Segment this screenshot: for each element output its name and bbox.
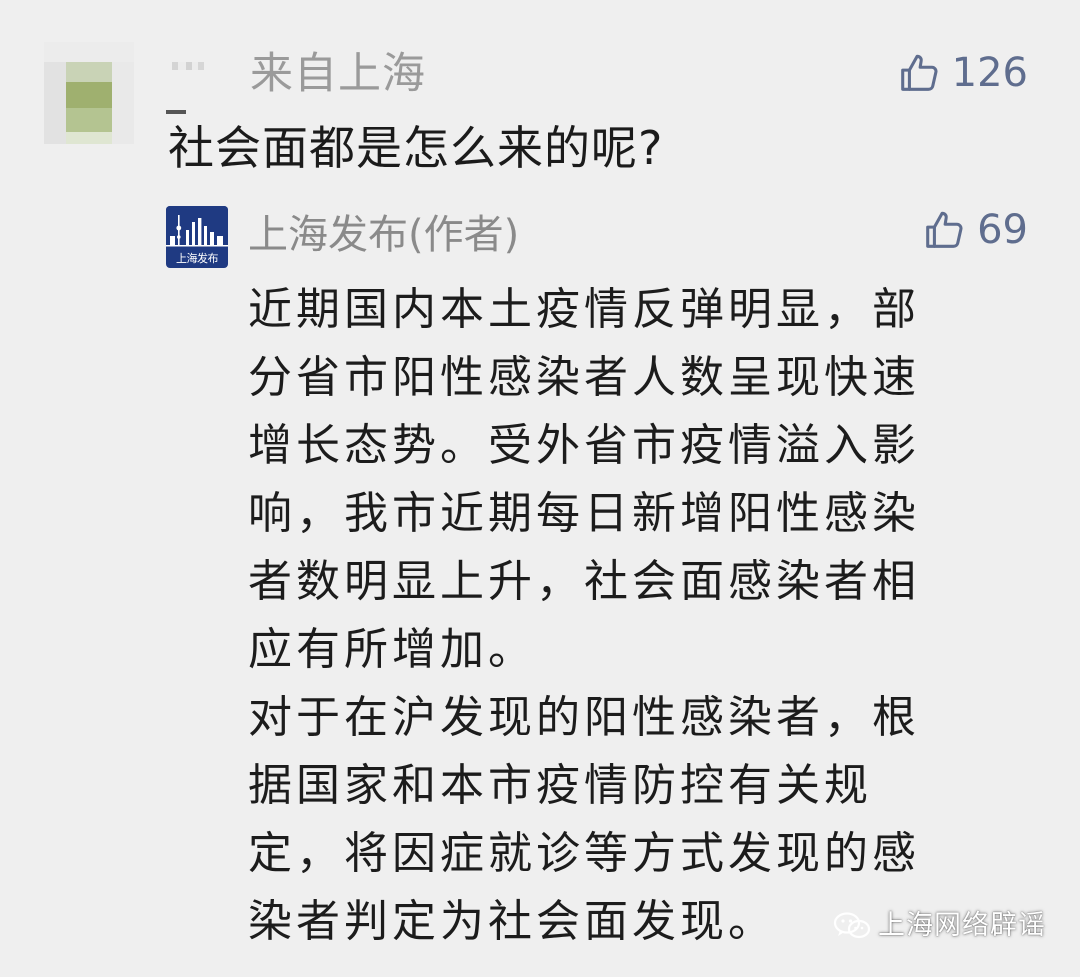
text-cursor-mark	[166, 110, 186, 114]
wechat-icon	[833, 912, 871, 939]
commenter-name-blurred[interactable]	[172, 62, 204, 70]
commenter-avatar[interactable]	[44, 42, 134, 144]
comment-like-button[interactable]: 126	[896, 48, 1028, 98]
reply-line: 者数明显上升，社会面感染者相	[248, 556, 920, 607]
watermark: 上海网络辟谣	[832, 908, 1046, 944]
author-avatar[interactable]: 上海发布	[166, 206, 228, 268]
reply-like-button[interactable]: 69	[921, 205, 1028, 255]
comment-text: 社会面都是怎么来的呢?	[168, 121, 664, 175]
reply-line: 响，我市近期每日新增阳性感染	[248, 488, 920, 539]
author-name[interactable]: 上海发布(作者)	[248, 208, 519, 262]
thumbs-up-icon	[900, 54, 938, 91]
watermark-text: 上海网络辟谣	[878, 910, 1046, 941]
skyline-icon	[166, 206, 228, 254]
reply-body: 近期国内本土疫情反弹明显，部 分省市阳性感染者人数呈现快速 增长态势。受外省市疫…	[248, 276, 1038, 956]
reply-like-count: 69	[977, 207, 1028, 253]
thumbs-up-icon	[926, 211, 963, 248]
comment-like-count: 126	[951, 50, 1028, 96]
comment-location: 来自上海	[250, 49, 426, 99]
reply-line: 近期国内本土疫情反弹明显，部	[248, 284, 920, 335]
reply-paragraph: 近期国内本土疫情反弹明显，部 分省市阳性感染者人数呈现快速 增长态势。受外省市疫…	[248, 276, 1038, 684]
reply-line: 据国家和本市疫情防控有关规	[248, 760, 872, 811]
reply-line: 应有所增加。	[248, 624, 536, 675]
reply-line: 增长态势。受外省市疫情溢入影	[248, 420, 920, 471]
reply-line: 定，将因症就诊等方式发现的感	[248, 828, 920, 879]
author-avatar-label: 上海发布	[176, 252, 219, 265]
reply-line: 对于在沪发现的阳性感染者，根	[248, 692, 920, 743]
reply-line: 分省市阳性感染者人数呈现快速	[248, 352, 920, 403]
